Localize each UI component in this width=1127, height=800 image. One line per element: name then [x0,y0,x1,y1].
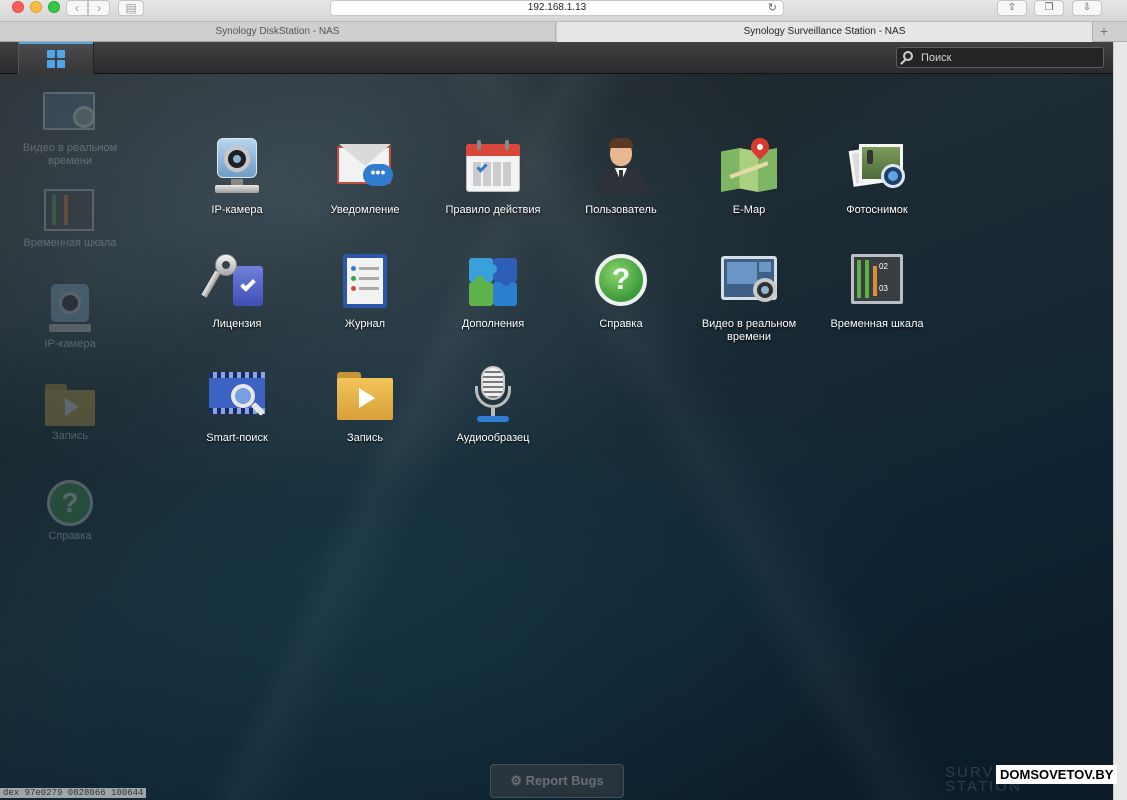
help-icon: ? [591,252,651,312]
menu-item-action-rule[interactable]: Правило действия [430,138,556,217]
log-icon [335,252,395,312]
desktop-shortcut-label: Справка [48,530,92,542]
menu-item-label: Запись [346,432,384,444]
license-icon [201,252,267,312]
watermark: DOMSOVETOV.BY [996,765,1118,784]
address-bar[interactable]: 192.168.1.13 ↻ [330,0,784,16]
download-icon[interactable]: ⇩ [1072,0,1102,16]
menu-item-label: Правило действия [445,204,541,216]
menu-item-log[interactable]: Журнал [302,252,428,331]
page-scrollbar[interactable] [1113,42,1127,800]
desktop-shortcut-timeline[interactable]: Временная шкала [15,189,125,250]
desktop-shortcut-label: Запись [51,430,89,442]
menu-item-label: Журнал [344,318,386,330]
recording-folder-icon [335,366,395,426]
menu-item-label: Лицензия [212,318,262,330]
user-icon [591,138,651,198]
menu-item-addons[interactable]: Дополнения [430,252,556,331]
recording-folder-icon [45,384,95,426]
audio-pattern-icon [463,366,523,426]
screen: ‹ › ▤ 192.168.1.13 ↻ ⇧ ❐ ⇩ Synology Disk… [0,0,1127,800]
fullscreen-window-icon[interactable] [48,1,60,13]
menu-item-label: Временная шкала [830,318,924,330]
back-icon[interactable]: ‹ [66,0,88,16]
menu-item-live-view[interactable]: Видео в реальном времени [686,252,812,344]
tabs-icon[interactable]: ❐ [1034,0,1064,16]
browser-tab-bar: Synology DiskStation - NAS Synology Surv… [0,22,1127,42]
surveillance-desktop: Видео в реальном времени Временная шкала… [0,42,1113,800]
bottom-status-text: dex 97e0279 0828066 100644 [0,788,147,798]
search-input[interactable] [921,50,1097,65]
new-tab-button[interactable]: + [1094,22,1114,42]
live-view-icon [719,252,779,312]
menu-item-audio-pattern[interactable]: Аудиообразец [430,366,556,445]
menu-item-label: Видео в реальном времени [701,318,797,343]
taskbar [0,42,1113,74]
timeline-icon: 02 03 [847,252,907,312]
menu-item-license[interactable]: Лицензия [174,252,300,331]
url-text: 192.168.1.13 [527,2,587,13]
menu-item-recording[interactable]: Запись [302,366,428,445]
menu-item-label: Справка [599,318,643,330]
report-bugs-button[interactable]: ⚙ Report Bugs [490,764,624,798]
menu-item-label: E-Map [732,204,766,216]
menu-item-emap[interactable]: E-Map [686,134,812,217]
main-menu-button[interactable] [18,42,94,74]
menu-item-help[interactable]: ? Справка [558,252,684,331]
ip-camera-icon [207,138,267,198]
menu-item-label: Аудиообразец [456,432,530,444]
smart-search-icon [207,366,267,426]
menu-item-notification[interactable]: ••• Уведомление [302,138,428,217]
main-menu-grid-icon [47,50,65,68]
search-icon [903,51,913,61]
close-window-icon[interactable] [12,1,24,13]
snapshot-icon [847,138,907,198]
notification-icon: ••• [335,138,395,198]
menu-item-snapshot[interactable]: Фотоснимок [814,138,940,217]
desktop-shortcut-label: IP-камера [44,338,96,350]
live-view-icon [43,92,97,138]
menu-item-label: Smart-поиск [206,432,268,444]
menu-item-smart-search[interactable]: Smart-поиск [174,366,300,445]
menu-item-label: Уведомление [330,204,400,216]
timeline-icon [44,189,96,233]
reload-icon[interactable]: ↻ [768,1,777,15]
report-bugs-label: Report Bugs [525,773,604,788]
menu-item-label: Фотоснимок [846,204,908,216]
desktop-shortcut-recording[interactable]: Запись [15,384,125,443]
menu-item-label: Дополнения [461,318,525,330]
menu-item-label: Пользователь [585,204,657,216]
menu-item-ip-camera[interactable]: IP-камера [174,138,300,217]
timeline-label-top: 02 [879,262,888,271]
sidebar-icon[interactable]: ▤ [118,0,144,16]
emap-icon [719,134,779,198]
help-icon: ? [47,480,93,526]
browser-tab-surveillance[interactable]: Synology Surveillance Station - NAS [557,22,1093,42]
action-rule-icon [463,138,523,198]
bug-icon: ⚙ [510,773,523,788]
browser-toolbar: ‹ › ▤ 192.168.1.13 ↻ ⇧ ❐ ⇩ [0,0,1127,22]
share-icon[interactable]: ⇧ [997,0,1027,16]
menu-item-timeline[interactable]: 02 03 Временная шкала [814,252,940,331]
desktop-shortcut-live-view[interactable]: Видео в реальном времени [15,92,125,168]
ip-camera-icon [49,284,91,334]
desktop-shortcut-label: Временная шкала [23,237,117,249]
desktop-shortcut-label: Видео в реальном времени [22,142,118,167]
timeline-label-bottom: 03 [879,284,888,293]
browser-tab-diskstation[interactable]: Synology DiskStation - NAS [0,22,556,42]
menu-item-user[interactable]: Пользователь [558,138,684,217]
menu-item-label: IP-камера [211,204,263,216]
forward-icon[interactable]: › [88,0,110,16]
minimize-window-icon[interactable] [30,1,42,13]
desktop-shortcut-ip-camera[interactable]: IP-камера [15,284,125,351]
desktop-shortcut-help[interactable]: ? Справка [15,480,125,543]
search-box[interactable] [896,47,1104,68]
addons-icon [463,252,523,312]
